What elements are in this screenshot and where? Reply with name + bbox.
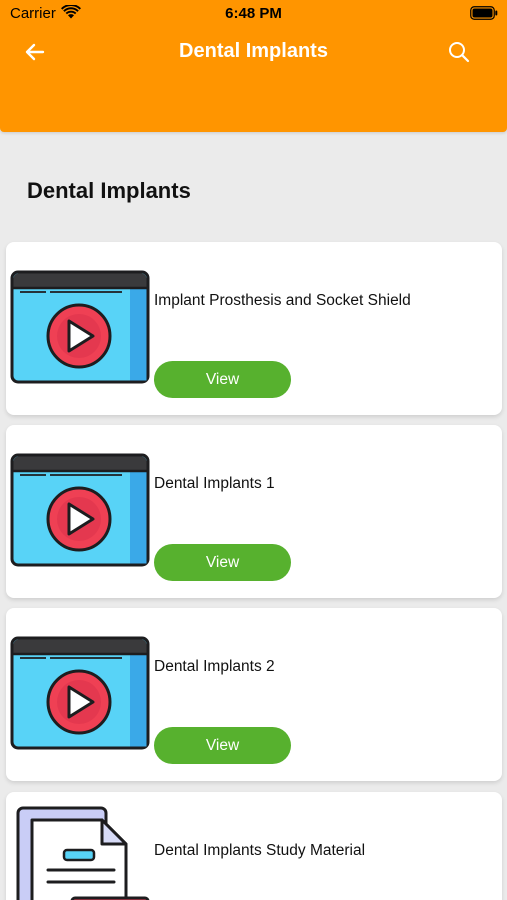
screen: Carrier 6:48 PM Dental Implants Dental I… xyxy=(0,0,507,900)
item-title: Dental Implants 2 xyxy=(154,658,275,675)
video-player-icon xyxy=(10,453,150,567)
item-title: Dental Implants 1 xyxy=(154,475,275,492)
list-item: Implant Prosthesis and Socket Shield Vie… xyxy=(6,242,502,415)
view-button[interactable]: View xyxy=(154,544,291,581)
search-icon[interactable] xyxy=(447,40,471,64)
nav-bar: Dental Implants xyxy=(0,28,507,78)
section-title: Dental Implants xyxy=(27,178,191,203)
item-title: Dental Implants Study Material xyxy=(154,842,366,859)
battery-icon xyxy=(470,6,498,20)
list-item: Dental Implants 2 View xyxy=(6,608,502,781)
list-item: Dental Implants 1 View xyxy=(6,425,502,598)
status-bar: Carrier 6:48 PM xyxy=(0,0,507,28)
video-player-icon xyxy=(10,636,150,750)
video-player-icon xyxy=(10,270,150,384)
page-title: Dental Implants xyxy=(179,40,328,62)
app-header: Carrier 6:48 PM Dental Implants xyxy=(0,0,507,132)
view-button[interactable]: View xyxy=(154,361,291,398)
list-item: Dental Implants Study Material xyxy=(6,792,502,900)
document-icon xyxy=(16,806,150,900)
view-button[interactable]: View xyxy=(154,727,291,764)
item-title: Implant Prosthesis and Socket Shield xyxy=(154,292,411,309)
status-time: 6:48 PM xyxy=(225,5,282,22)
